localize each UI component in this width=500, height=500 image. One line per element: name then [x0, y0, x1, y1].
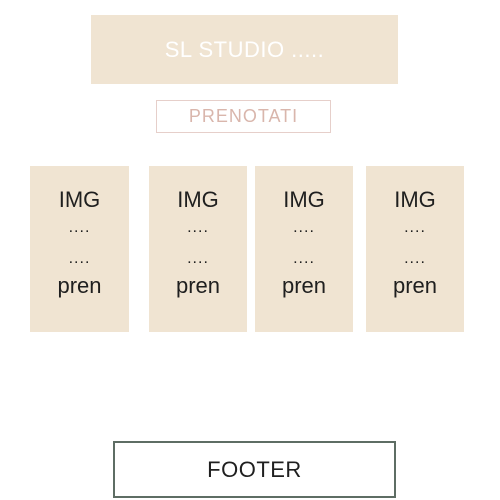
card-text-line-1: .... [187, 219, 209, 236]
service-card-3: IMG .... .... pren [255, 166, 353, 332]
service-card-1: IMG .... .... pren [30, 166, 129, 332]
site-title: SL STUDIO ..... [164, 36, 325, 62]
service-card-2: IMG .... .... pren [149, 166, 247, 332]
footer-label: FOOTER [207, 456, 302, 482]
footer: FOOTER [113, 441, 396, 498]
card-text-line-1: .... [68, 219, 91, 236]
card-image-placeholder: IMG [58, 187, 101, 212]
header-banner: SL STUDIO ..... [91, 15, 398, 84]
card-text-line-2: .... [293, 250, 315, 267]
card-image-placeholder: IMG [177, 187, 219, 212]
book-now-button[interactable]: PRENOTATI [156, 100, 331, 133]
service-card-4: IMG .... .... pren [366, 166, 464, 332]
card-text-line-2: .... [187, 250, 209, 267]
card-text-line-2: .... [404, 250, 426, 267]
card-book-link[interactable]: pren [57, 273, 101, 299]
card-text-line-1: .... [293, 219, 315, 236]
card-image-placeholder: IMG [283, 187, 325, 212]
card-text-line-1: .... [404, 219, 426, 236]
card-book-link[interactable]: pren [282, 273, 326, 299]
card-book-link[interactable]: pren [393, 273, 437, 299]
book-now-button-label: PRENOTATI [188, 106, 299, 126]
card-text-line-2: .... [68, 250, 91, 267]
card-image-placeholder: IMG [394, 187, 436, 212]
card-book-link[interactable]: pren [176, 273, 220, 299]
